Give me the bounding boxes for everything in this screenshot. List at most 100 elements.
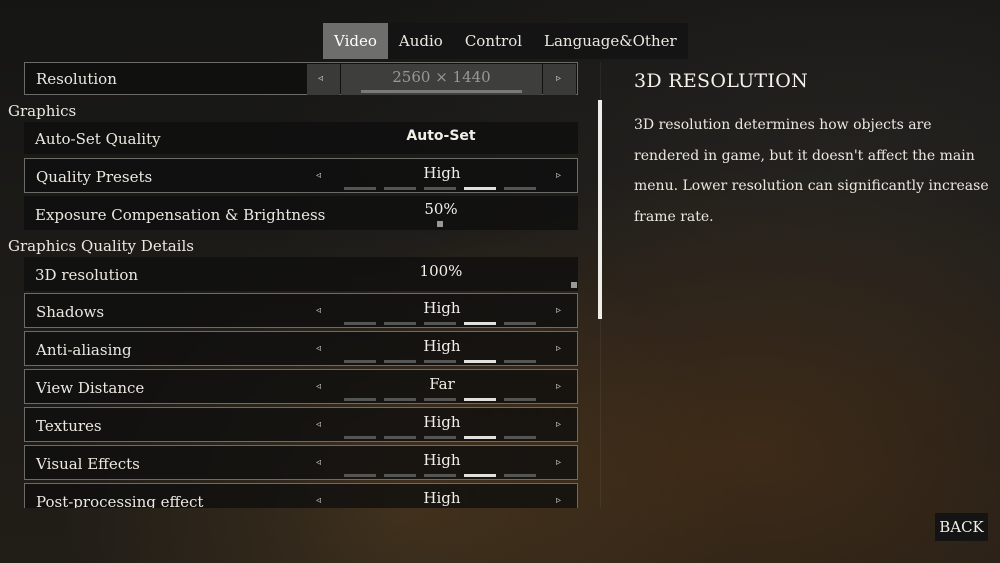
view-distance-value: Far: [429, 375, 455, 393]
level-segment-active: [464, 187, 496, 190]
3d-resolution-value: 100%: [419, 262, 463, 280]
right-arrow-icon[interactable]: ▹: [556, 381, 561, 392]
3d-resolution-slider-handle[interactable]: [571, 282, 577, 288]
level-segment: [344, 187, 376, 190]
visual-effects-label: Visual Effects: [36, 455, 140, 473]
level-segment: [424, 474, 456, 477]
quality-presets-level: [25, 187, 577, 191]
anti-aliasing-level: [25, 360, 577, 364]
level-segment-active: [464, 360, 496, 363]
resolution-prev-button[interactable]: ◃: [307, 64, 340, 95]
level-segment: [424, 187, 456, 190]
exposure-label: Exposure Compensation & Brightness: [35, 206, 326, 224]
visual-effects-value: High: [423, 451, 461, 469]
level-segment: [344, 398, 376, 401]
shadows-level: [25, 322, 577, 326]
left-arrow-icon[interactable]: ◃: [316, 457, 321, 468]
level-segment: [344, 474, 376, 477]
post-processing-value: High: [423, 489, 461, 507]
right-arrow-icon[interactable]: ▹: [556, 343, 561, 354]
level-segment: [504, 474, 536, 477]
exposure-value: 50%: [424, 200, 458, 218]
shadows-row[interactable]: Shadows ◃ High ▹: [24, 293, 578, 328]
shadows-value: High: [423, 299, 461, 317]
quality-presets-row[interactable]: Quality Presets ◃ High ▹: [24, 158, 578, 193]
left-arrow-icon[interactable]: ◃: [316, 495, 321, 506]
3d-resolution-row[interactable]: 3D resolution 100%: [24, 257, 578, 291]
view-distance-label: View Distance: [36, 379, 145, 397]
level-segment: [424, 436, 456, 439]
level-segment: [384, 474, 416, 477]
right-arrow-icon[interactable]: ▹: [556, 419, 561, 430]
level-segment: [344, 360, 376, 363]
right-arrow-icon[interactable]: ▹: [556, 305, 561, 316]
anti-aliasing-label: Anti-aliasing: [36, 341, 132, 359]
right-arrow-icon: ▹: [556, 73, 562, 84]
visual-effects-level: [25, 474, 577, 478]
visual-effects-row[interactable]: Visual Effects ◃ High ▹: [24, 445, 578, 480]
info-description: 3D resolution determines how objects are…: [634, 117, 989, 225]
resolution-scrollbar: [361, 90, 522, 93]
left-arrow-icon[interactable]: ◃: [316, 419, 321, 430]
3d-resolution-label: 3D resolution: [35, 266, 139, 284]
resolution-value-box: 2560 × 1440: [341, 64, 542, 95]
tab-bar: Video Audio Control Language&Other: [323, 23, 688, 59]
view-distance-row[interactable]: View Distance ◃ Far ▹: [24, 369, 578, 404]
level-segment: [384, 187, 416, 190]
level-segment: [384, 398, 416, 401]
graphics-details-section-header: Graphics Quality Details: [8, 237, 194, 255]
exposure-row[interactable]: Exposure Compensation & Brightness 50%: [24, 196, 578, 230]
tab-audio[interactable]: Audio: [388, 23, 454, 59]
level-segment: [424, 398, 456, 401]
quality-presets-label: Quality Presets: [36, 168, 153, 186]
exposure-slider-handle[interactable]: [437, 221, 443, 227]
right-arrow-icon[interactable]: ▹: [556, 495, 561, 506]
anti-aliasing-value: High: [423, 337, 461, 355]
textures-level: [25, 436, 577, 440]
auto-set-quality-row: Auto-Set Quality Auto-Set: [24, 122, 578, 154]
auto-set-button[interactable]: Auto-Set: [324, 128, 558, 144]
level-segment-active: [464, 322, 496, 325]
resolution-value: 2560 × 1440: [392, 68, 491, 86]
textures-value: High: [423, 413, 461, 431]
level-segment: [504, 322, 536, 325]
left-arrow-icon[interactable]: ◃: [316, 381, 321, 392]
level-segment-active: [464, 436, 496, 439]
settings-list[interactable]: Resolution ◃ 2560 × 1440 ▹ Graphics Auto…: [0, 62, 585, 508]
left-arrow-icon[interactable]: ◃: [316, 343, 321, 354]
left-arrow-icon[interactable]: ◃: [316, 170, 321, 181]
info-title: 3D RESOLUTION: [634, 70, 808, 92]
left-arrow-icon: ◃: [318, 73, 324, 84]
level-segment: [384, 322, 416, 325]
back-button[interactable]: BACK: [935, 513, 988, 541]
level-segment-active: [464, 474, 496, 477]
tab-video[interactable]: Video: [323, 23, 388, 59]
view-distance-level: [25, 398, 577, 402]
auto-set-quality-label: Auto-Set Quality: [35, 130, 161, 148]
tab-language-other[interactable]: Language&Other: [533, 23, 688, 59]
level-segment: [424, 322, 456, 325]
right-arrow-icon[interactable]: ▹: [556, 170, 561, 181]
resolution-next-button[interactable]: ▹: [543, 64, 576, 95]
level-segment: [504, 436, 536, 439]
post-processing-row[interactable]: Post-processing effect ◃ High ▹: [24, 483, 578, 508]
post-processing-label: Post-processing effect: [36, 493, 204, 508]
tab-control[interactable]: Control: [454, 23, 533, 59]
anti-aliasing-row[interactable]: Anti-aliasing ◃ High ▹: [24, 331, 578, 366]
resolution-label: Resolution: [36, 70, 117, 88]
panel-divider: [600, 62, 601, 508]
quality-presets-value: High: [423, 164, 461, 182]
level-segment: [384, 360, 416, 363]
level-segment: [344, 436, 376, 439]
resolution-row: Resolution ◃ 2560 × 1440 ▹: [24, 62, 578, 95]
level-segment: [344, 322, 376, 325]
left-arrow-icon[interactable]: ◃: [316, 305, 321, 316]
level-segment: [504, 360, 536, 363]
right-arrow-icon[interactable]: ▹: [556, 457, 561, 468]
textures-row[interactable]: Textures ◃ High ▹: [24, 407, 578, 442]
level-segment-active: [464, 398, 496, 401]
graphics-section-header: Graphics: [8, 102, 77, 120]
textures-label: Textures: [36, 417, 102, 435]
level-segment: [384, 436, 416, 439]
level-segment: [504, 187, 536, 190]
